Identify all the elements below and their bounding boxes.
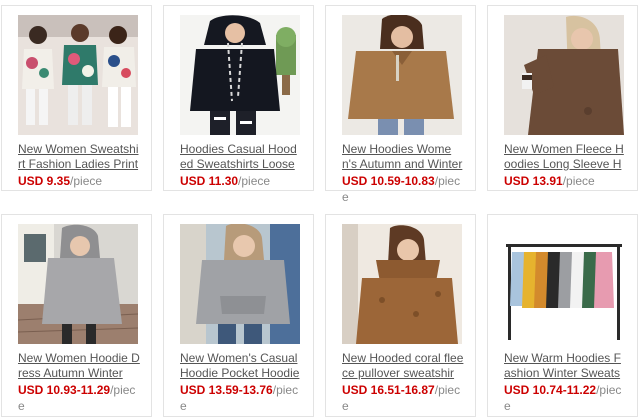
product-price-line: USD 16.51-16.87/piece [342, 382, 466, 414]
product-card[interactable]: New Women Sweatshirt Fashion Ladies Prin… [1, 5, 152, 191]
product-image[interactable] [504, 224, 624, 344]
product-title-link[interactable]: Hoodies Casual Hooded Sweatshirts Loose … [180, 142, 302, 172]
product-price-line: USD 9.35/piece [18, 173, 142, 189]
product-price: USD 10.74-11.22 [504, 383, 597, 397]
product-price-line: USD 10.74-11.22/piece [504, 382, 628, 414]
product-title-link[interactable]: New Women Hoodie Dress Autumn Winter [18, 351, 140, 381]
product-image[interactable] [18, 15, 138, 135]
product-title-link[interactable]: New Hooded coral fleece pullover sweatsh… [342, 351, 464, 381]
price-unit: /piece [562, 174, 595, 188]
product-title-link[interactable]: New Hoodies Women's Autumn and Winter [342, 142, 464, 172]
product-title-link[interactable]: New Women Fleece Hoodies Long Sleeve H [504, 142, 626, 172]
product-title-link[interactable]: New Women Sweatshirt Fashion Ladies Prin… [18, 142, 140, 172]
product-price: USD 16.51-16.87 [342, 383, 435, 397]
product-price-line: USD 13.59-13.76/piece [180, 382, 304, 414]
product-price-line: USD 13.91/piece [504, 173, 628, 189]
product-image[interactable] [180, 224, 300, 344]
price-unit: /piece [238, 174, 271, 188]
product-image[interactable] [180, 15, 300, 135]
product-price: USD 10.93-11.29 [18, 383, 111, 397]
product-card[interactable]: New Warm Hoodies Fashion Winter Sweatsh … [487, 214, 638, 417]
price-unit: /piece [70, 174, 103, 188]
product-price-line: USD 11.30/piece [180, 173, 304, 189]
product-card[interactable]: New Women Hoodie Dress Autumn Winter USD… [1, 214, 152, 417]
product-image[interactable] [342, 224, 462, 344]
product-price-line: USD 10.93-11.29/piece [18, 382, 142, 414]
product-card[interactable]: New Hooded coral fleece pullover sweatsh… [325, 214, 476, 417]
product-image[interactable] [504, 15, 624, 135]
product-price-line: USD 10.59-10.83/piece [342, 173, 466, 205]
product-title-link[interactable]: New Women's Casual Hoodie Pocket Hoodie [180, 351, 302, 381]
product-card[interactable]: New Hoodies Women's Autumn and Winter US… [325, 5, 476, 204]
product-image[interactable] [342, 15, 462, 135]
product-card[interactable]: New Women Fleece Hoodies Long Sleeve H U… [487, 5, 638, 191]
product-card[interactable]: Hoodies Casual Hooded Sweatshirts Loose … [163, 5, 314, 191]
product-card[interactable]: New Women's Casual Hoodie Pocket Hoodie … [163, 214, 314, 417]
product-price: USD 11.30 [180, 174, 239, 188]
product-price: USD 10.59-10.83 [342, 174, 435, 188]
product-price: USD 13.59-13.76 [180, 383, 273, 397]
product-price: USD 13.91 [504, 174, 563, 188]
product-price: USD 9.35 [18, 174, 71, 188]
product-title-link[interactable]: New Warm Hoodies Fashion Winter Sweatsh [504, 351, 626, 381]
product-image[interactable] [18, 224, 138, 344]
